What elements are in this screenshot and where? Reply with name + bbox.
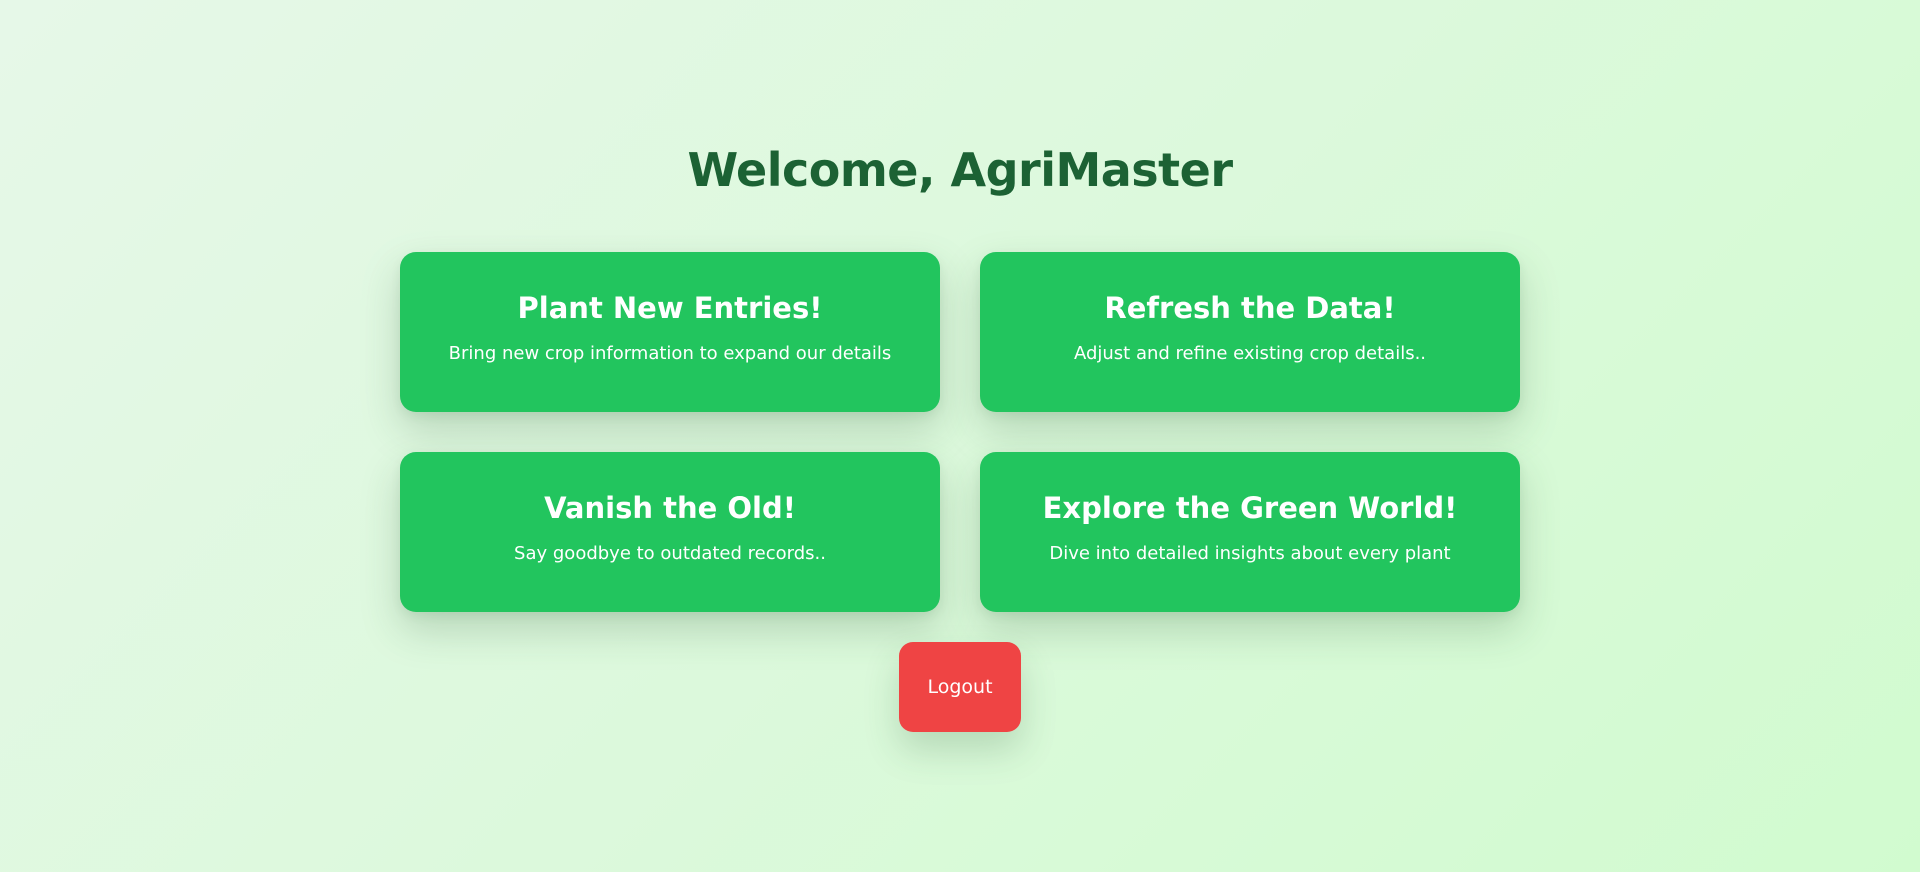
card-title: Vanish the Old! bbox=[544, 491, 796, 525]
card-title: Explore the Green World! bbox=[1042, 491, 1458, 525]
card-title: Refresh the Data! bbox=[1104, 291, 1396, 325]
card-description: Adjust and refine existing crop details.… bbox=[1073, 343, 1427, 364]
delete-crop-card[interactable]: Vanish the Old! Say goodbye to outdated … bbox=[400, 452, 940, 612]
card-description: Dive into detailed insights about every … bbox=[1049, 543, 1451, 564]
dashboard-page: Welcome, AgriMaster Plant New Entries! B… bbox=[0, 0, 1920, 872]
logout-button[interactable]: Logout bbox=[899, 642, 1021, 732]
view-crops-card[interactable]: Explore the Green World! Dive into detai… bbox=[980, 452, 1520, 612]
card-description: Say goodbye to outdated records.. bbox=[514, 543, 826, 564]
card-title: Plant New Entries! bbox=[517, 291, 823, 325]
card-description: Bring new crop information to expand our… bbox=[448, 343, 892, 364]
page-title: Welcome, AgriMaster bbox=[687, 143, 1233, 197]
update-crop-card[interactable]: Refresh the Data! Adjust and refine exis… bbox=[980, 252, 1520, 412]
add-crop-card[interactable]: Plant New Entries! Bring new crop inform… bbox=[400, 252, 940, 412]
